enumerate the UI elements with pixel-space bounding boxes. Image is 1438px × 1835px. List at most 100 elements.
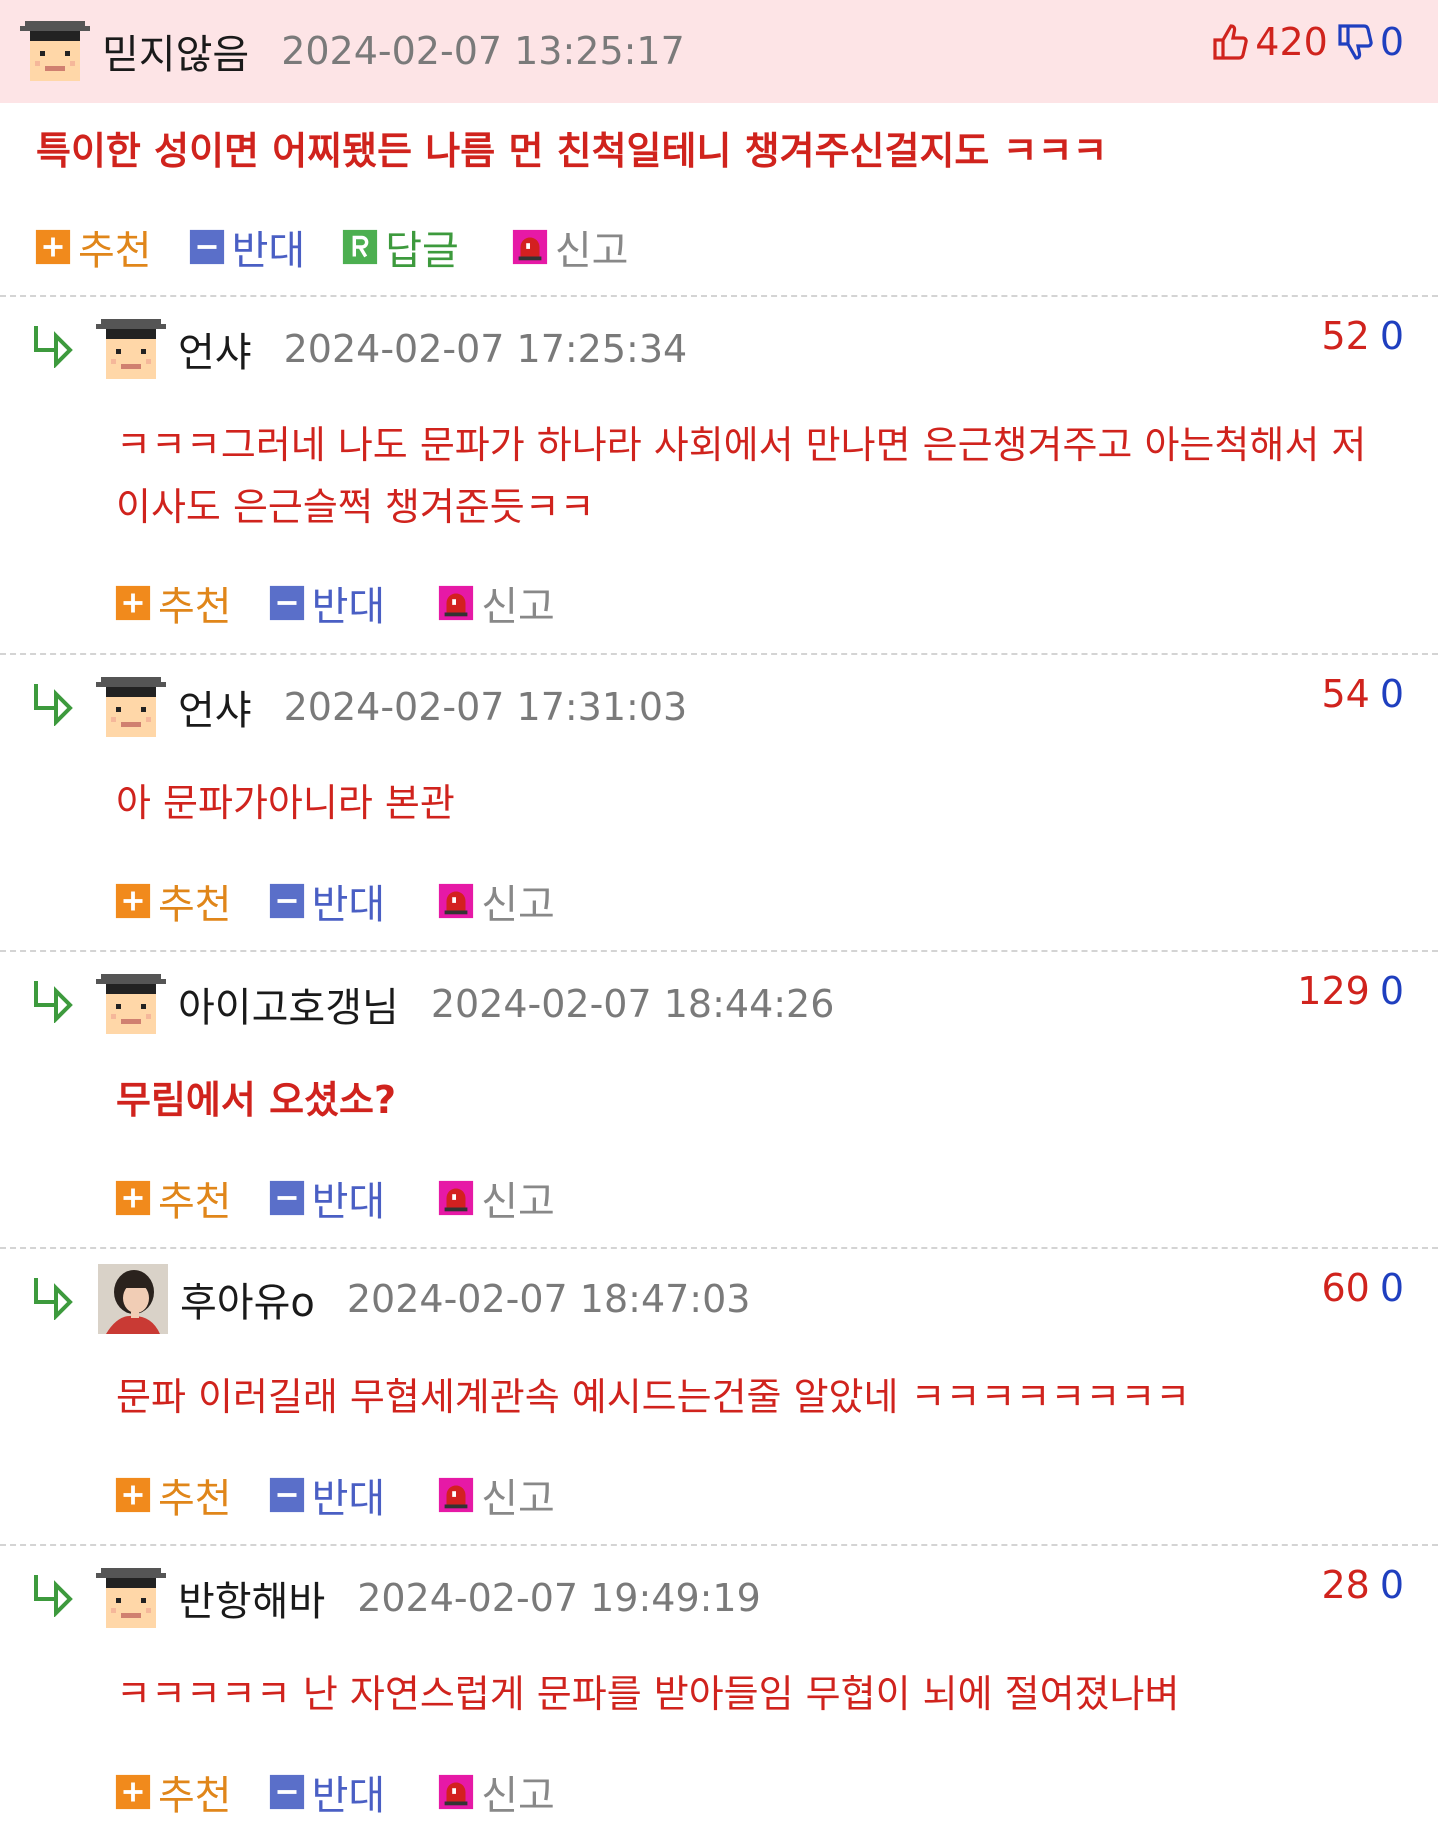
report-button[interactable]: 신고: [437, 574, 555, 632]
minus-icon: [268, 584, 306, 622]
siren-icon: [437, 1476, 475, 1514]
report-label: 신고: [481, 584, 555, 630]
oppose-button[interactable]: 반대: [268, 872, 386, 930]
recommend-button[interactable]: 추천: [34, 218, 152, 276]
siren-icon: [437, 1179, 475, 1217]
graduate-avatar-icon[interactable]: [20, 16, 90, 86]
comment-nickname[interactable]: 후아유o: [180, 1270, 315, 1328]
comment-actions: 추천 반대 신고: [114, 1466, 591, 1524]
comment-meta: 믿지않음 2024-02-07 13:25:17: [20, 16, 685, 86]
thumbs-down-icon[interactable]: [1336, 22, 1376, 62]
up-count: 129: [1297, 969, 1370, 1013]
comment-text-line: 이사도 은근슬쩍 챙겨준듯ㅋㅋ: [116, 485, 595, 529]
recommend-label: 추천: [158, 1476, 232, 1522]
report-label: 신고: [481, 1773, 555, 1819]
plus-icon: [114, 1773, 152, 1811]
comment-actions: 추천 반대 신고: [114, 1763, 591, 1821]
comment-date: 2024-02-07 13:25:17: [281, 29, 685, 73]
siren-icon: [437, 1773, 475, 1811]
minus-icon: [188, 228, 226, 266]
oppose-label: 반대: [311, 584, 386, 630]
comment-nickname[interactable]: 믿지않음: [102, 22, 249, 80]
comment-item: 반항해바 2024-02-07 19:49:19 28 0 ㅋㅋㅋㅋㅋ 난 자연…: [0, 1545, 1438, 1835]
up-count: 52: [1321, 314, 1370, 358]
comment-actions: 추천 반대 신고: [114, 1169, 591, 1227]
down-count: 0: [1379, 314, 1404, 358]
report-label: 신고: [554, 228, 629, 274]
comment-votes: 129 0: [1297, 969, 1404, 1013]
oppose-button[interactable]: 반대: [268, 1763, 386, 1821]
oppose-button[interactable]: 반대: [268, 574, 386, 632]
minus-icon: [268, 1773, 306, 1811]
graduate-avatar-icon[interactable]: [96, 672, 166, 742]
recommend-label: 추천: [158, 584, 232, 630]
report-button[interactable]: 신고: [437, 872, 555, 930]
plus-icon: [114, 1179, 152, 1217]
oppose-label: 반대: [231, 228, 306, 274]
oppose-label: 반대: [311, 1179, 386, 1225]
oppose-button[interactable]: 반대: [188, 218, 306, 276]
comment-meta: 언샤 2024-02-07 17:31:03: [96, 672, 687, 742]
reply-arrow-icon: [30, 1569, 78, 1617]
reply-arrow-icon: [30, 678, 78, 726]
down-count: 0: [1379, 672, 1404, 716]
comment-nickname[interactable]: 반항해바: [178, 1569, 325, 1627]
comment-text-line: 특이한 성이면 어찌됐든 나름 먼 친척일테니 챙겨주신걸지도 ㅋㅋㅋ: [36, 129, 1108, 173]
graduate-avatar-icon[interactable]: [96, 969, 166, 1039]
r-icon: [341, 228, 379, 266]
recommend-label: 추천: [158, 1773, 232, 1819]
oppose-label: 반대: [311, 882, 386, 928]
recommend-label: 추천: [158, 1179, 232, 1225]
comment-meta: 반항해바 2024-02-07 19:49:19: [96, 1563, 761, 1633]
down-count: 0: [1379, 1563, 1404, 1607]
oppose-button[interactable]: 반대: [268, 1466, 385, 1524]
comment-item: 언샤 2024-02-07 17:25:34 52 0 ㅋㅋㅋ그러네 나도 문파…: [0, 296, 1438, 653]
comment-date: 2024-02-07 17:31:03: [283, 685, 688, 729]
comment-text-line: 문파 이러길래 무협세계관속 예시드는건줄 알았네 ㅋㅋㅋㅋㅋㅋㅋㅋ: [116, 1375, 1191, 1419]
recommend-button[interactable]: 추천: [114, 574, 232, 632]
report-button[interactable]: 신고: [437, 1763, 555, 1821]
comment-nickname[interactable]: 언샤: [178, 320, 252, 378]
plus-icon: [34, 228, 72, 266]
thumbs-up-icon[interactable]: [1211, 22, 1251, 62]
comment-text-line: 무림에서 오셨소?: [116, 1078, 396, 1122]
recommend-button[interactable]: 추천: [114, 1169, 232, 1227]
report-button[interactable]: 신고: [437, 1169, 555, 1227]
reply-label: 답글: [385, 228, 459, 274]
report-button[interactable]: 신고: [511, 218, 629, 276]
comment-date: 2024-02-07 17:25:34: [283, 327, 688, 371]
plus-icon: [114, 584, 152, 622]
recommend-button[interactable]: 추천: [114, 1466, 232, 1524]
reply-arrow-icon: [30, 975, 78, 1023]
report-button[interactable]: 신고: [437, 1466, 555, 1524]
comment-votes: 28 0: [1321, 1563, 1404, 1607]
comment-actions: 추천 반대 신고: [114, 574, 591, 632]
down-count: 0: [1379, 1266, 1404, 1310]
comment-date: 2024-02-07 18:47:03: [346, 1277, 751, 1321]
siren-icon: [437, 882, 475, 920]
comment-votes: 60 0: [1321, 1266, 1404, 1310]
oppose-label: 반대: [311, 1773, 386, 1819]
up-count: 54: [1321, 672, 1370, 716]
profile-photo-avatar[interactable]: [98, 1264, 168, 1334]
recommend-button[interactable]: 추천: [114, 1763, 232, 1821]
reply-button[interactable]: 답글: [341, 218, 459, 276]
comment-votes: 52 0: [1321, 314, 1404, 358]
comment-text-line: ㅋㅋㅋㅋㅋ 난 자연스럽게 문파를 받아들임 무협이 뇌에 절여졌나벼: [116, 1672, 1180, 1716]
comment-nickname[interactable]: 아이고호갱님: [178, 975, 399, 1033]
minus-icon: [268, 1476, 306, 1514]
graduate-avatar-icon[interactable]: [96, 314, 166, 384]
comment-date: 2024-02-07 18:44:26: [430, 982, 835, 1026]
comment-votes: 420 0: [1211, 20, 1404, 64]
comment-date: 2024-02-07 19:49:19: [357, 1576, 761, 1620]
comment-actions: 추천 반대 신고: [114, 872, 591, 930]
siren-icon: [511, 228, 549, 266]
report-label: 신고: [481, 882, 555, 928]
comment-nickname[interactable]: 언샤: [178, 678, 252, 736]
comment-votes: 54 0: [1321, 672, 1404, 716]
recommend-button[interactable]: 추천: [114, 872, 232, 930]
graduate-avatar-icon[interactable]: [96, 1563, 166, 1633]
up-count: 420: [1255, 20, 1328, 64]
best-comment-header: 믿지않음 2024-02-07 13:25:17 420 0: [0, 0, 1438, 103]
oppose-button[interactable]: 반대: [268, 1169, 386, 1227]
